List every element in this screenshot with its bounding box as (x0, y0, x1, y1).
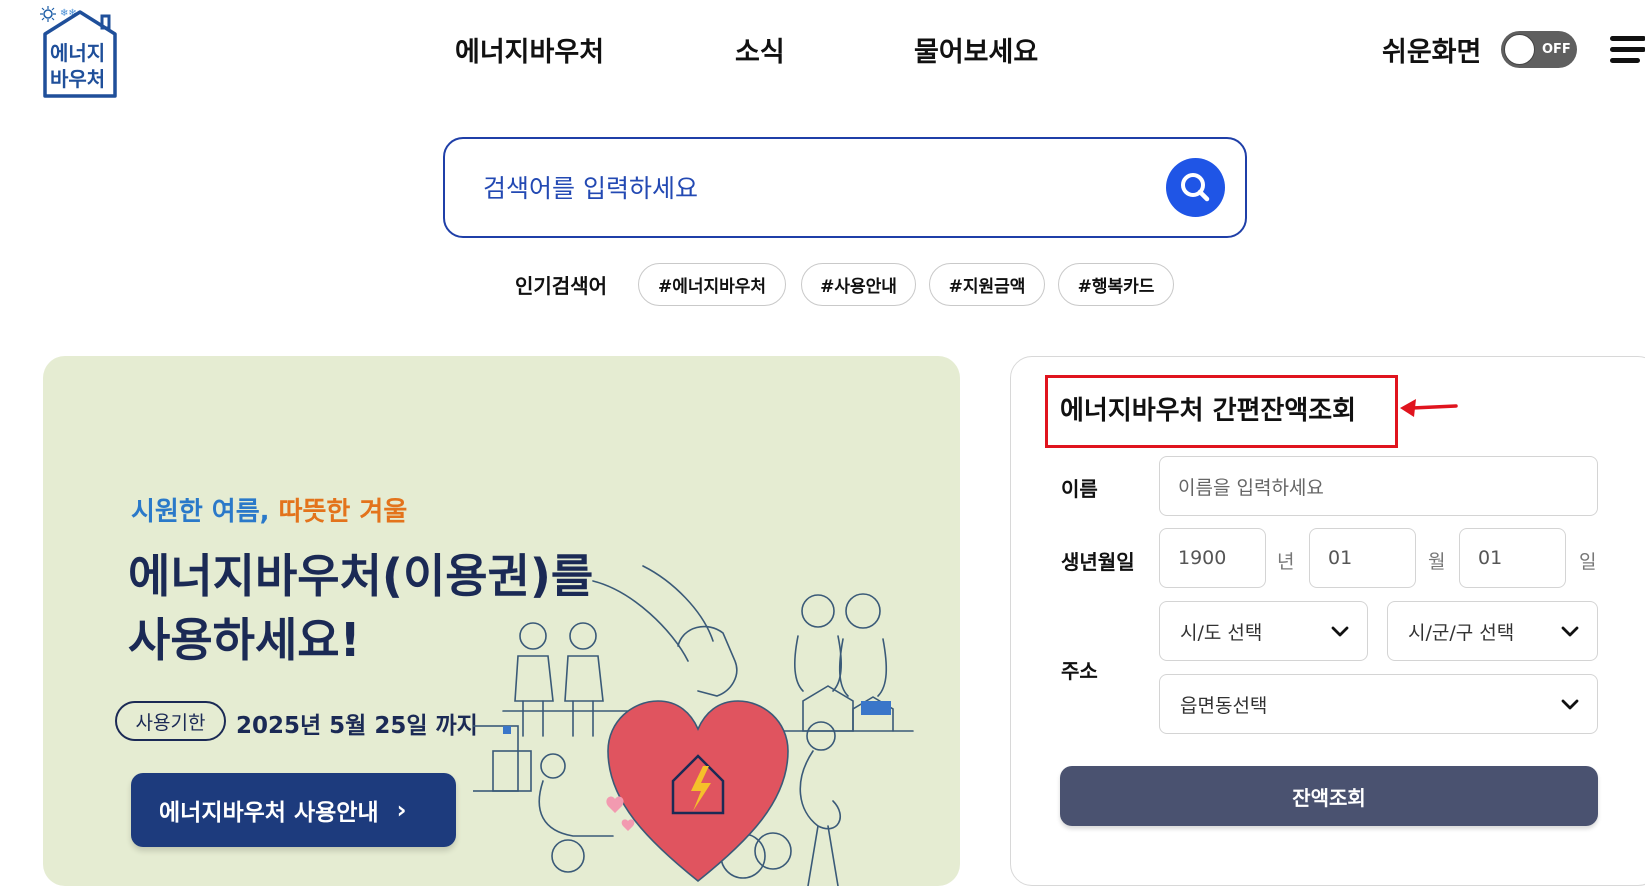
chevron-down-icon (1561, 699, 1579, 710)
birth-year-unit: 년 (1277, 551, 1295, 573)
logo-text-line2: 바우처 (50, 67, 105, 91)
popular-tag-usage-guide[interactable]: #사용안내 (801, 263, 916, 306)
eupmyeondong-select-value: 읍면동선택 (1180, 694, 1268, 717)
banner-subtitle-summer: 시원한 여름, (131, 497, 270, 527)
birth-month-unit: 월 (1428, 551, 1446, 573)
expiry-date: 2025년 5월 25일 까지 (236, 713, 478, 739)
logo-text-line1: 에너지 (50, 41, 105, 65)
banner-subtitle-winter: 따뜻한 겨울 (278, 497, 408, 527)
eupmyeondong-select[interactable]: 읍면동선택 (1159, 674, 1598, 734)
usage-guide-button[interactable]: 에너지바우처 사용안내 › (131, 773, 456, 847)
address-label: 주소 (1061, 659, 1098, 683)
sigungu-select[interactable]: 시/군/구 선택 (1387, 601, 1598, 661)
toggle-state-text: OFF (1542, 42, 1571, 57)
expiry-badge: 사용기한 (115, 701, 226, 741)
main-banner[interactable]: 시원한 여름, 따뜻한 겨울 에너지바우처(이용권)를 사용하세요! 사용기한 … (43, 356, 960, 886)
nav-faq[interactable]: 물어보세요 (914, 30, 1038, 69)
sigungu-select-value: 시/군/구 선택 (1408, 621, 1515, 644)
chevron-right-icon: › (396, 796, 407, 824)
name-label: 이름 (1061, 477, 1098, 501)
nav-energy-voucher[interactable]: 에너지바우처 (455, 30, 604, 69)
banner-subtitle: 시원한 여름, 따뜻한 겨울 (131, 491, 407, 528)
birth-day-input[interactable]: 01 (1459, 528, 1566, 588)
search-button[interactable] (1166, 158, 1225, 217)
birth-year-input[interactable]: 1900 (1159, 528, 1266, 588)
balance-lookup-button[interactable]: 잔액조회 (1060, 766, 1598, 826)
nav-news[interactable]: 소식 (735, 30, 785, 69)
popular-tag-support-amount[interactable]: #지원금액 (929, 263, 1045, 306)
search-icon (1181, 173, 1210, 202)
popular-tag-happy-card[interactable]: #행복카드 (1058, 263, 1174, 306)
usage-guide-label: 에너지바우처 사용안내 (159, 800, 379, 826)
easy-screen-toggle[interactable]: OFF (1501, 31, 1577, 68)
birth-month-input[interactable]: 01 (1309, 528, 1416, 588)
red-arrow-icon (1400, 399, 1458, 417)
birth-day-unit: 일 (1579, 551, 1597, 573)
toggle-knob (1504, 34, 1535, 65)
site-header: ❄❄ 에너지 바우처 에너지바우처 소식 물어보세요 쉬운화면 OFF (0, 0, 1645, 110)
easy-screen-label: 쉬운화면 (1382, 37, 1482, 68)
search-input[interactable] (483, 167, 1143, 209)
name-input[interactable]: 이름을 입력하세요 (1159, 456, 1598, 516)
popular-tag-energy-voucher[interactable]: #에너지바우처 (638, 263, 786, 306)
energy-heart-illustration (473, 565, 914, 886)
sido-select[interactable]: 시/도 선택 (1159, 601, 1368, 661)
birthdate-label: 생년월일 (1061, 550, 1135, 574)
hamburger-menu-icon[interactable] (1610, 34, 1645, 64)
chevron-down-icon (1331, 626, 1349, 637)
search-bar (443, 137, 1247, 238)
popular-search-label: 인기검색어 (515, 274, 607, 298)
energy-voucher-logo[interactable]: ❄❄ 에너지 바우처 (40, 4, 120, 98)
chevron-down-icon (1561, 626, 1579, 637)
sido-select-value: 시/도 선택 (1180, 621, 1263, 644)
balance-panel-title: 에너지바우처 간편잔액조회 (1060, 396, 1357, 426)
